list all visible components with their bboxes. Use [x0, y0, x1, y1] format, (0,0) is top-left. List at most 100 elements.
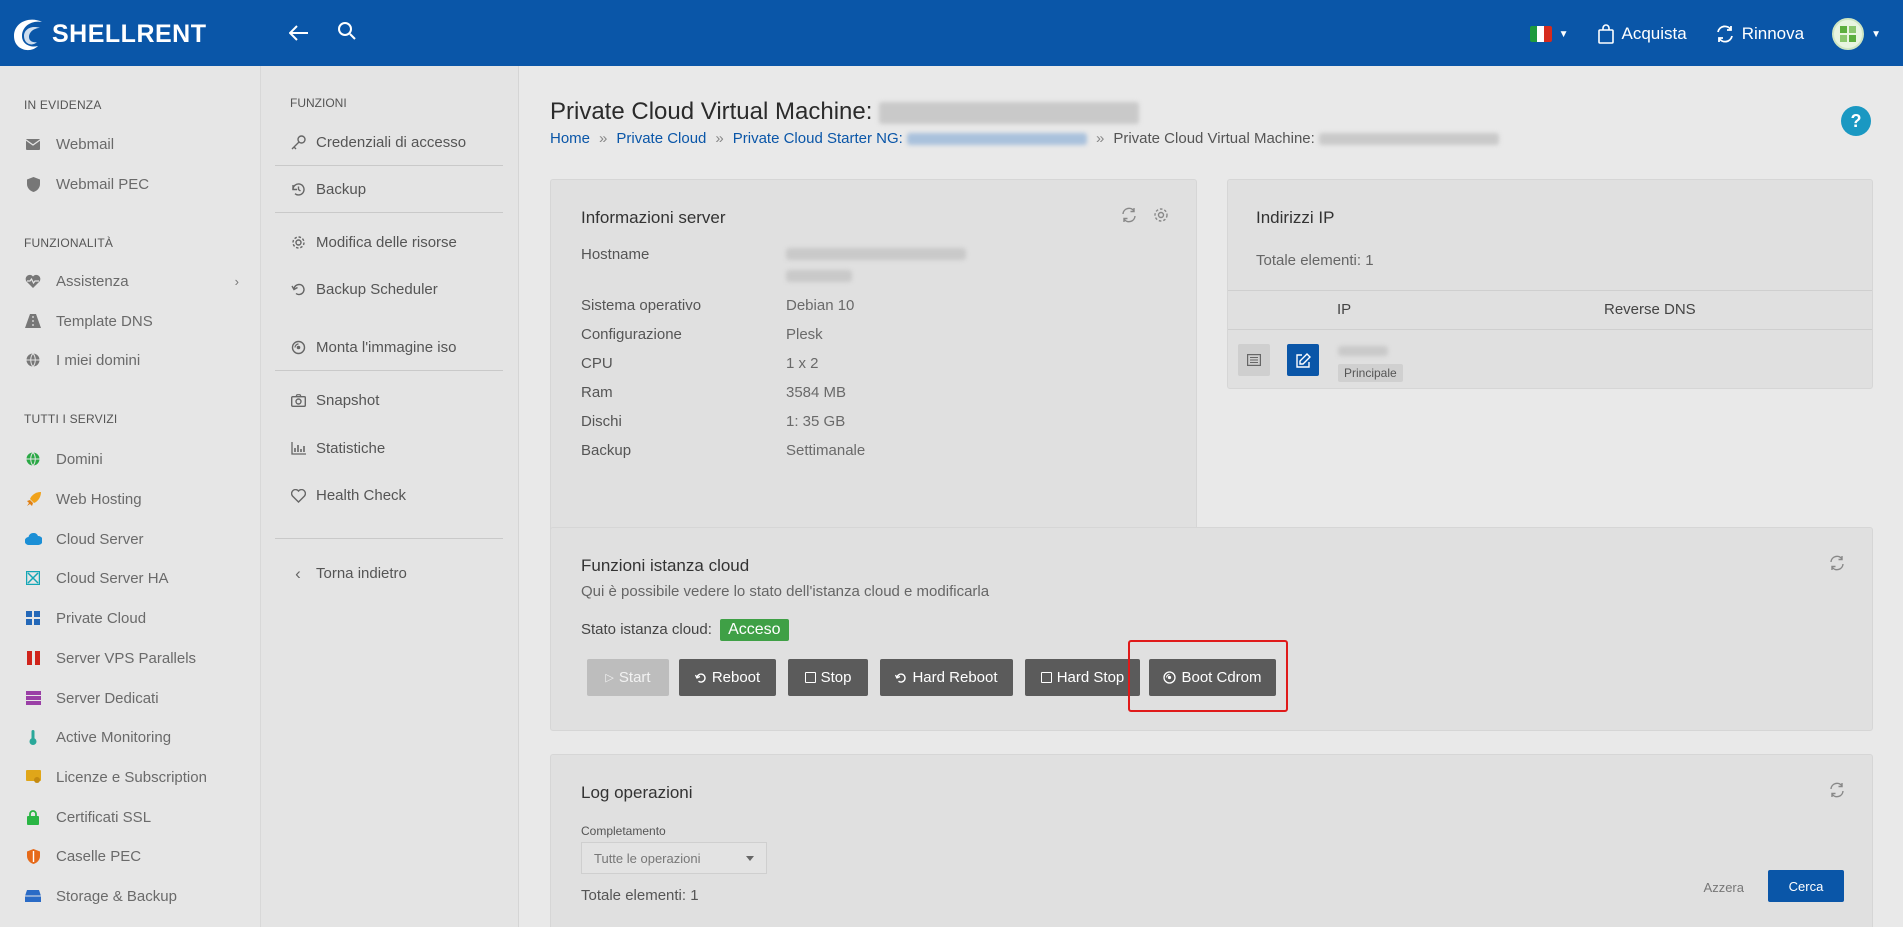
- stop-icon: [1040, 672, 1052, 683]
- func-item-label: Modifica delle risorse: [316, 234, 457, 251]
- disc-icon: [290, 339, 306, 355]
- sidebar-item-label: Storage & Backup: [56, 887, 177, 905]
- stop-button[interactable]: Stop: [788, 659, 868, 696]
- ip-edit-button[interactable]: [1287, 344, 1319, 376]
- language-selector[interactable]: ▼: [1529, 26, 1569, 42]
- info-value-os: Debian 10: [786, 297, 855, 314]
- card-title: Log operazioni: [581, 783, 693, 802]
- gear-icon[interactable]: [1152, 206, 1170, 224]
- highlight-frame: [1128, 640, 1288, 712]
- sidebar-item-private-cloud[interactable]: Private Cloud: [24, 606, 239, 630]
- info-value-config: Plesk: [786, 326, 823, 343]
- reset-button[interactable]: Azzera: [1704, 880, 1744, 895]
- sidebar-item-web-hosting[interactable]: Web Hosting: [24, 487, 239, 511]
- globe-icon: [24, 351, 42, 369]
- thermometer-icon: [24, 728, 42, 746]
- info-label-os: Sistema operativo: [581, 297, 702, 314]
- sidebar-item-licenze-e-subscription[interactable]: Licenze e Subscription: [24, 765, 239, 789]
- sidebar-item-template-dns[interactable]: Template DNS: [24, 309, 239, 333]
- func-item-credenziali[interactable]: Credenziali di accesso: [275, 119, 503, 166]
- acquista-label: Acquista: [1621, 24, 1687, 43]
- card-subtitle: Qui è possibile vedere lo stato dell'ist…: [581, 583, 990, 600]
- info-value-backup: Settimanale: [786, 442, 866, 459]
- reboot-button[interactable]: Reboot: [679, 659, 776, 696]
- sidebar-item-caselle-pec[interactable]: Caselle PEC: [24, 844, 239, 868]
- card-title: Indirizzi IP: [1256, 208, 1335, 227]
- func-item-label: Snapshot: [316, 392, 380, 409]
- func-item-modifica-risorse[interactable]: Modifica delle risorse: [275, 219, 503, 266]
- rocket-icon: [24, 490, 42, 508]
- refresh-icon[interactable]: [1828, 554, 1846, 572]
- sidebar-item-domini[interactable]: Domini: [24, 447, 239, 471]
- brand-logo[interactable]: SHELLRENT: [10, 12, 207, 56]
- ip-details-button[interactable]: [1238, 344, 1270, 376]
- heartbeat-icon: [24, 272, 42, 290]
- user-menu[interactable]: ▼: [1832, 18, 1881, 50]
- hard-stop-button[interactable]: Hard Stop: [1025, 659, 1140, 696]
- chevron-right-icon: ›: [234, 273, 239, 289]
- cloud-icon: [24, 530, 42, 548]
- sidebar-item-label: Licenze e Subscription: [56, 768, 207, 786]
- func-item-backup[interactable]: Backup: [275, 166, 503, 213]
- info-value-cpu: 1 x 2: [786, 355, 819, 372]
- undo-icon: [694, 672, 706, 683]
- info-value-ram: 3584 MB: [786, 384, 847, 401]
- func-item-health-check[interactable]: Health Check: [275, 472, 503, 519]
- hard-reboot-button[interactable]: Hard Reboot: [880, 659, 1013, 696]
- undo-icon: [290, 282, 306, 298]
- acquista-link[interactable]: Acquista: [1597, 24, 1687, 44]
- section-tutti-i-servizi: TUTTI I SERVIZI: [24, 412, 118, 426]
- breadcrumb-starter-ng[interactable]: Private Cloud Starter NG:: [733, 130, 1087, 147]
- lock-icon: [24, 808, 42, 826]
- search-button[interactable]: Cerca: [1768, 870, 1844, 902]
- func-item-monta-iso[interactable]: Monta l'immagine iso: [275, 324, 503, 371]
- shield-icon: [24, 175, 42, 193]
- card-title: Funzioni istanza cloud: [581, 556, 750, 575]
- list-icon: [1247, 354, 1261, 366]
- func-item-backup-scheduler[interactable]: Backup Scheduler: [275, 266, 503, 313]
- play-icon: ▷: [605, 672, 614, 684]
- sidebar-item-cloud-server-ha[interactable]: Cloud Server HA: [24, 566, 239, 590]
- sidebar-item-label: Webmail PEC: [56, 175, 150, 193]
- chevron-down-icon: ▼: [1871, 28, 1881, 40]
- info-value-hostname: [786, 248, 966, 282]
- shopping-bag-icon: [1597, 24, 1614, 44]
- search-icon[interactable]: [334, 18, 360, 44]
- start-button[interactable]: ▷ Start: [587, 659, 669, 696]
- sidebar-item-webmail-pec[interactable]: Webmail PEC: [24, 172, 239, 196]
- sidebar-item-label: Private Cloud: [56, 609, 147, 627]
- sidebar-item-label: Template DNS: [56, 312, 153, 330]
- primary-badge: Principale: [1338, 364, 1403, 382]
- brand-name: SHELLRENT: [52, 19, 207, 48]
- sidebar-item-i-miei-domini[interactable]: I miei domini: [24, 348, 239, 372]
- info-label-disks: Dischi: [581, 413, 622, 430]
- sidebar-item-server-dedicati[interactable]: Server Dedicati: [24, 686, 239, 710]
- breadcrumb-separator: »: [715, 130, 724, 147]
- shell-logo-icon: [14, 19, 42, 51]
- func-item-statistiche[interactable]: Statistiche: [275, 425, 503, 472]
- breadcrumb-private-cloud[interactable]: Private Cloud: [616, 130, 706, 147]
- sidebar-item-storage-backup[interactable]: Storage & Backup: [24, 884, 239, 908]
- network-icon: [24, 569, 42, 587]
- help-button[interactable]: ?: [1841, 106, 1871, 136]
- completion-filter-select[interactable]: Tutte le operazioni: [581, 842, 767, 874]
- refresh-icon[interactable]: [1828, 781, 1846, 799]
- back-arrow-icon[interactable]: [286, 20, 312, 46]
- top-bar: SHELLRENT ▼ Acquista Rinnova ▼: [0, 0, 1903, 66]
- sidebar-item-label: Server Dedicati: [56, 689, 159, 707]
- func-item-snapshot[interactable]: Snapshot: [275, 377, 503, 424]
- sidebar-item-server-vps-parallels[interactable]: Server VPS Parallels: [24, 646, 239, 670]
- info-label-config: Configurazione: [581, 326, 682, 343]
- stop-icon: [804, 672, 816, 683]
- back-link[interactable]: ‹ Torna indietro: [275, 550, 503, 597]
- sidebar-item-webmail[interactable]: Webmail: [24, 132, 239, 156]
- sidebar-item-certificati-ssl[interactable]: Certificati SSL: [24, 805, 239, 829]
- rinnova-link[interactable]: Rinnova: [1715, 24, 1804, 44]
- func-item-label: Backup Scheduler: [316, 281, 438, 298]
- sidebar-item-assistenza[interactable]: Assistenza ›: [24, 269, 239, 293]
- mail-icon: [24, 135, 42, 153]
- breadcrumb-home[interactable]: Home: [550, 130, 590, 147]
- sidebar-item-active-monitoring[interactable]: Active Monitoring: [24, 725, 239, 749]
- sidebar-item-cloud-server[interactable]: Cloud Server: [24, 527, 239, 551]
- refresh-icon[interactable]: [1120, 206, 1138, 224]
